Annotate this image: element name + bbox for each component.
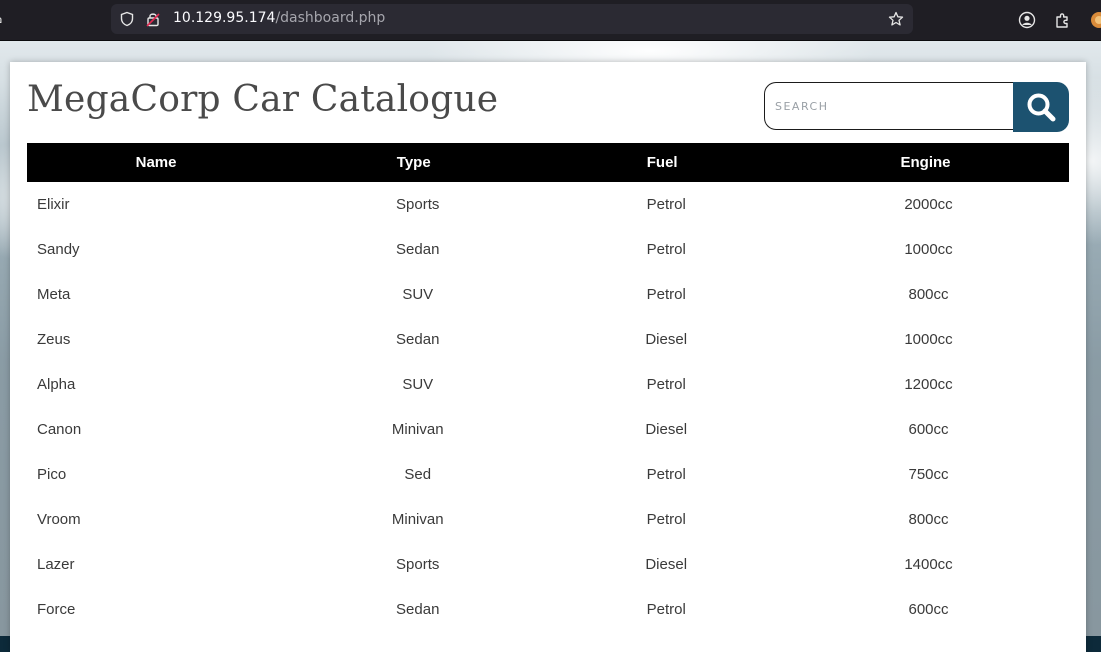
table-row: Lazer Sports Diesel 1400cc [27, 542, 1069, 587]
cell-type: SUV [402, 376, 434, 393]
column-header-type[interactable]: Type [285, 143, 543, 182]
column-header-fuel[interactable]: Fuel [542, 143, 782, 182]
cell-fuel: Petrol [646, 601, 686, 618]
car-table: Name Type Fuel Engine Elixir Sports Petr… [27, 143, 1069, 632]
cell-type: Sports [396, 196, 440, 213]
star-icon[interactable] [888, 11, 904, 27]
cell-type: Sedan [396, 241, 440, 258]
cell-fuel: Petrol [646, 241, 686, 258]
cell-name: Pico [37, 466, 67, 483]
table-row: Canon Minivan Diesel 600cc [27, 407, 1069, 452]
home-icon[interactable]: ⌂ [0, 12, 8, 27]
cell-engine: 800cc [908, 286, 949, 303]
table-row: Vroom Minivan Petrol 800cc [27, 497, 1069, 542]
table-row: Meta SUV Petrol 800cc [27, 272, 1069, 317]
cell-engine: 2000cc [904, 196, 953, 213]
cell-type: Sedan [396, 601, 440, 618]
cell-type: Sed [404, 466, 432, 483]
table-row: Alpha SUV Petrol 1200cc [27, 362, 1069, 407]
cell-engine: 800cc [908, 511, 949, 528]
cell-engine: 1400cc [904, 556, 953, 573]
account-icon[interactable] [1018, 11, 1036, 29]
table-row: Elixir Sports Petrol 2000cc [27, 182, 1069, 227]
cell-name: Canon [37, 421, 82, 438]
cell-type: Minivan [391, 511, 444, 528]
cell-name: Alpha [37, 376, 76, 393]
cell-fuel: Diesel [645, 421, 688, 438]
cell-fuel: Petrol [646, 511, 686, 528]
search-button[interactable] [1013, 82, 1069, 132]
shield-icon[interactable] [119, 11, 135, 27]
cell-fuel: Petrol [646, 466, 686, 483]
table-row: Sandy Sedan Petrol 1000cc [27, 227, 1069, 272]
cell-type: Sports [396, 556, 440, 573]
catalogue-card: MegaCorp Car Catalogue Name Type Fuel En… [10, 62, 1086, 652]
cell-name: Lazer [37, 556, 75, 573]
table-row: Zeus Sedan Diesel 1000cc [27, 317, 1069, 362]
cell-engine: 750cc [908, 466, 949, 483]
browser-toolbar: ⌂ 10.129.95.174/dashboard.php [0, 0, 1101, 41]
cell-fuel: Diesel [645, 556, 688, 573]
cell-engine: 1200cc [904, 376, 953, 393]
cell-name: Elixir [37, 196, 70, 213]
column-header-name[interactable]: Name [27, 143, 286, 182]
cell-engine: 600cc [908, 421, 949, 438]
cell-engine: 1000cc [904, 331, 953, 348]
url-host: 10.129.95.174 [173, 10, 276, 26]
cell-name: Vroom [37, 511, 81, 528]
table-header: Name Type Fuel Engine [27, 143, 1069, 182]
cell-name: Meta [37, 286, 71, 303]
table-row: Force Sedan Petrol 600cc [27, 587, 1069, 632]
cell-fuel: Petrol [646, 376, 686, 393]
url-path: /dashboard.php [275, 10, 386, 26]
search-input[interactable] [764, 82, 1013, 130]
extension-avatar-icon[interactable] [1090, 11, 1101, 29]
address-bar[interactable]: 10.129.95.174/dashboard.php [111, 4, 913, 34]
column-header-engine[interactable]: Engine [782, 143, 1069, 182]
cell-fuel: Petrol [646, 286, 686, 303]
cell-engine: 1000cc [904, 241, 953, 258]
cell-fuel: Petrol [646, 196, 686, 213]
cell-name: Force [37, 601, 76, 618]
cell-type: Minivan [391, 421, 444, 438]
cell-fuel: Diesel [645, 331, 688, 348]
extensions-icon[interactable] [1054, 11, 1072, 29]
cell-engine: 600cc [908, 601, 949, 618]
cell-type: Sedan [396, 331, 440, 348]
search-icon [1027, 93, 1056, 122]
page-title: MegaCorp Car Catalogue [27, 79, 499, 120]
cell-name: Sandy [37, 241, 80, 258]
insecure-lock-icon[interactable] [145, 11, 161, 27]
url-text: 10.129.95.174/dashboard.php [173, 10, 385, 26]
table-body: Elixir Sports Petrol 2000cc Sandy Sedan … [27, 182, 1069, 632]
cell-type: SUV [402, 286, 434, 303]
table-row: Pico Sed Petrol 750cc [27, 452, 1069, 497]
cell-name: Zeus [37, 331, 71, 348]
